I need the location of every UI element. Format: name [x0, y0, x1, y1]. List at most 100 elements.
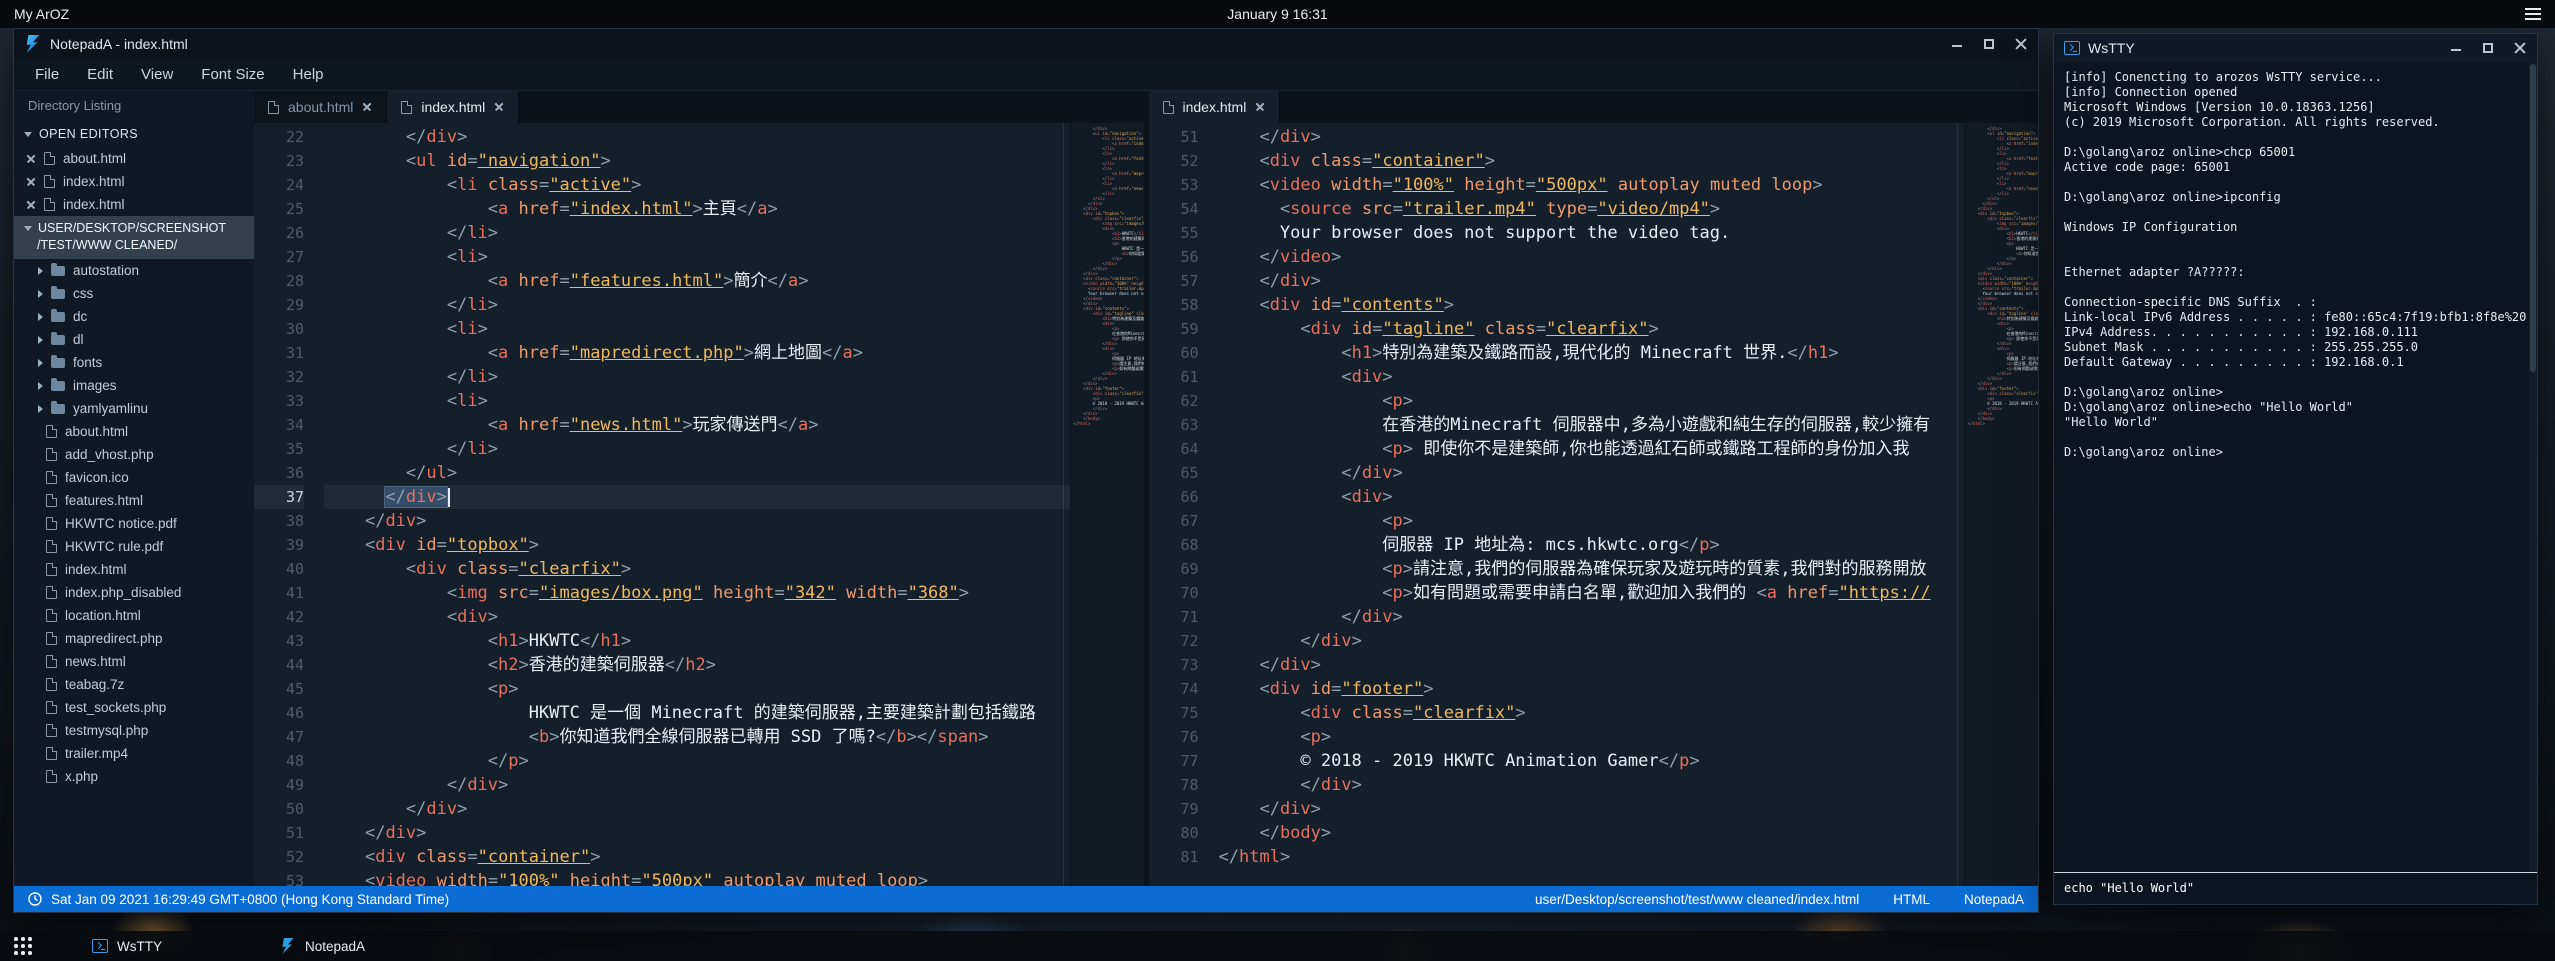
terminal-scrollbar[interactable] — [2529, 62, 2537, 872]
file-icon — [46, 632, 57, 645]
statusbar-filepath[interactable]: user/Desktop/screenshot/test/www cleaned… — [1535, 892, 1859, 907]
editor-surface[interactable]: 2223242526272829303132333435363738394041… — [254, 123, 1144, 886]
line-number: 59 — [1149, 317, 1199, 341]
wstty-titlebar[interactable]: WsTTY — [2054, 34, 2537, 62]
file-label: testmysql.php — [65, 723, 148, 738]
tree-file[interactable]: HKWTC rule.pdf — [14, 535, 254, 558]
tree-file[interactable]: location.html — [14, 604, 254, 627]
line-number: 48 — [254, 749, 304, 773]
open-editor-item[interactable]: index.html — [14, 170, 254, 193]
open-editor-label: index.html — [63, 197, 125, 212]
menu-help[interactable]: Help — [280, 61, 337, 88]
line-number: 50 — [254, 797, 304, 821]
maximize-button[interactable] — [2481, 41, 2495, 55]
tree-file[interactable]: x.php — [14, 765, 254, 788]
close-button[interactable] — [2513, 41, 2527, 55]
chevron-right-icon — [38, 313, 43, 321]
tree-file[interactable]: add_vhost.php — [14, 443, 254, 466]
folder-label: fonts — [73, 355, 102, 370]
tab-index.html[interactable]: index.html — [387, 91, 519, 123]
clock-icon — [28, 892, 42, 906]
menu-font-size[interactable]: Font Size — [188, 61, 277, 88]
file-label: HKWTC rule.pdf — [65, 539, 163, 554]
menu-view[interactable]: View — [128, 61, 186, 88]
tree-file[interactable]: features.html — [14, 489, 254, 512]
terminal-input[interactable]: echo "Hello World" — [2054, 872, 2537, 904]
minimize-button[interactable] — [1950, 37, 1964, 51]
tree-file[interactable]: teabag.7z — [14, 673, 254, 696]
workspace-folder-header[interactable]: USER/DESKTOP/SCREENSHOT /TEST/WWW CLEANE… — [14, 216, 254, 259]
line-number: 74 — [1149, 677, 1199, 701]
line-number: 53 — [1149, 173, 1199, 197]
open-editors-section[interactable]: OPEN EDITORS — [14, 121, 254, 147]
close-tab-icon[interactable] — [362, 102, 372, 112]
minimize-button[interactable] — [2449, 41, 2463, 55]
close-file-icon[interactable] — [26, 154, 36, 164]
tree-file[interactable]: favicon.ico — [14, 466, 254, 489]
terminal-line — [2064, 280, 2529, 295]
line-number: 61 — [1149, 365, 1199, 389]
minimap[interactable]: </div> <ul id="navigation"> <li class="a… — [1964, 123, 2038, 886]
tree-file[interactable]: index.php_disabled — [14, 581, 254, 604]
menu-edit[interactable]: Edit — [74, 61, 126, 88]
tree-folder[interactable]: yamlyamlinu — [14, 397, 254, 420]
file-label: trailer.mp4 — [65, 746, 128, 761]
code-line: </div> — [1219, 629, 1965, 653]
tree-file[interactable]: test_sockets.php — [14, 696, 254, 719]
code-line: <div> — [1219, 485, 1965, 509]
maximize-button[interactable] — [1982, 37, 1996, 51]
line-number: 81 — [1149, 845, 1199, 869]
code-area[interactable]: </div> <ul id="navigation"> <li class="a… — [318, 123, 1070, 886]
statusbar-language[interactable]: HTML — [1893, 892, 1930, 907]
code-line: </div> — [1219, 125, 1965, 149]
tree-folder[interactable]: fonts — [14, 351, 254, 374]
taskbar-item-notepada[interactable]: NotepadA — [272, 931, 373, 961]
tree-folder[interactable]: dl — [14, 328, 254, 351]
code-line: </li> — [324, 293, 1070, 317]
folder-icon — [51, 335, 65, 345]
tree-file[interactable]: trailer.mp4 — [14, 742, 254, 765]
tree-file[interactable]: mapredirect.php — [14, 627, 254, 650]
taskbar: WsTTY NotepadA — [0, 931, 2555, 961]
close-button[interactable] — [2014, 37, 2028, 51]
tab-about.html[interactable]: about.html — [254, 91, 387, 123]
tree-file[interactable]: about.html — [14, 420, 254, 443]
menu-file[interactable]: File — [22, 61, 72, 88]
code-line: <div class="container"> — [1219, 149, 1965, 173]
line-number: 29 — [254, 293, 304, 317]
app-launcher-button[interactable] — [12, 936, 34, 956]
code-line: </div> — [1219, 461, 1965, 485]
tab-index.html[interactable]: index.html — [1149, 91, 1281, 123]
terminal-line: D:\golang\aroz online>echo "Hello World" — [2064, 400, 2529, 415]
tree-file[interactable]: news.html — [14, 650, 254, 673]
minimap[interactable]: </div> <ul id="navigation"> <li class="a… — [1070, 123, 1144, 886]
taskbar-item-wstty[interactable]: WsTTY — [84, 931, 170, 961]
open-editor-item[interactable]: index.html — [14, 193, 254, 216]
tree-file[interactable]: HKWTC notice.pdf — [14, 512, 254, 535]
line-number: 49 — [254, 773, 304, 797]
tree-folder[interactable]: images — [14, 374, 254, 397]
line-number: 63 — [1149, 413, 1199, 437]
editor-surface[interactable]: 5152535455565758596061626364656667686970… — [1149, 123, 2039, 886]
topbar-brand[interactable]: My ArOZ — [14, 6, 69, 22]
open-editor-item[interactable]: about.html — [14, 147, 254, 170]
tree-folder[interactable]: dc — [14, 305, 254, 328]
close-tab-icon[interactable] — [1255, 102, 1265, 112]
notepada-window: NotepadA - index.html FileEditViewFont S… — [13, 28, 2039, 913]
tree-folder[interactable]: css — [14, 282, 254, 305]
tree-file[interactable]: testmysql.php — [14, 719, 254, 742]
line-number: 35 — [254, 437, 304, 461]
tree-file[interactable]: index.html — [14, 558, 254, 581]
tree-folder[interactable]: autostation — [14, 259, 254, 282]
code-area[interactable]: </div> <div class="container"> <video wi… — [1213, 123, 1965, 886]
line-number: 43 — [254, 629, 304, 653]
file-icon — [46, 425, 57, 438]
terminal-output[interactable]: [info] Conencting to arozos WsTTY servic… — [2054, 62, 2529, 872]
close-tab-icon[interactable] — [494, 102, 504, 112]
hamburger-menu-icon[interactable] — [2525, 8, 2541, 20]
line-number: 78 — [1149, 773, 1199, 797]
code-line: Your browser does not support the video … — [1219, 221, 1965, 245]
notepada-titlebar[interactable]: NotepadA - index.html — [14, 29, 2038, 59]
close-file-icon[interactable] — [26, 177, 36, 187]
close-file-icon[interactable] — [26, 200, 36, 210]
